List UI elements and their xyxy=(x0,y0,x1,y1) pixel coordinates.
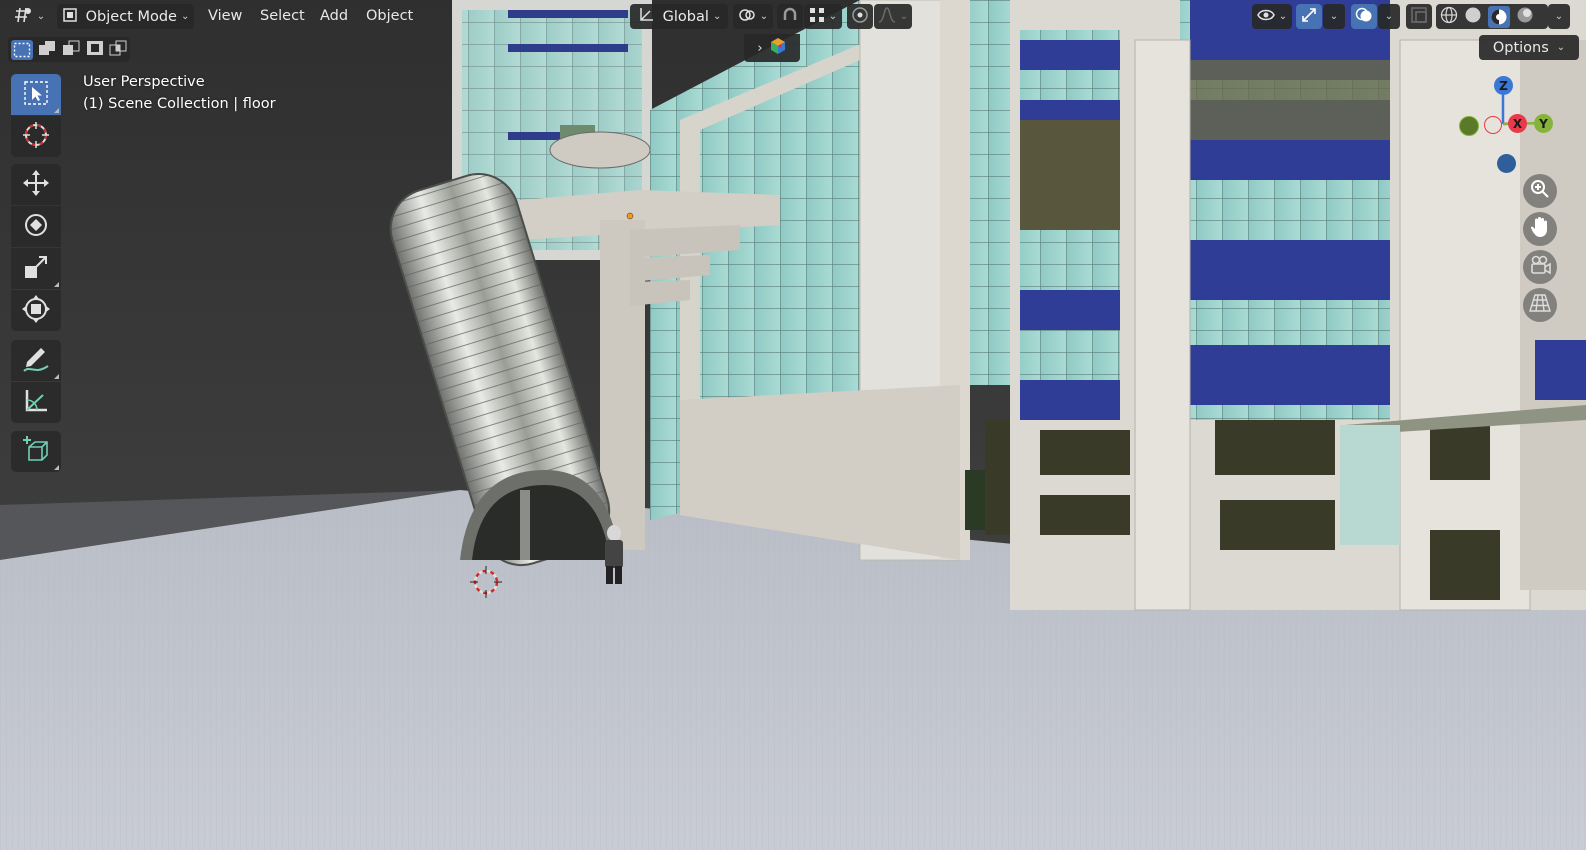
chevron-down-icon: ⌄ xyxy=(899,11,909,22)
menu-select[interactable]: Select xyxy=(260,4,305,29)
add-cube-tool[interactable] xyxy=(11,431,61,472)
navigation-gizmo[interactable]: Z X Y xyxy=(1455,72,1560,182)
zoom-button[interactable] xyxy=(1523,174,1557,208)
gizmo-icon xyxy=(1300,6,1318,28)
options-dropdown[interactable]: Options ⌄ xyxy=(1479,35,1579,60)
select-box-icon xyxy=(23,80,49,110)
transform-tool[interactable] xyxy=(11,290,61,331)
proportional-editing-toggle[interactable] xyxy=(847,4,873,29)
annotate-tool[interactable] xyxy=(11,340,61,381)
chevron-down-icon: ⌄ xyxy=(1556,42,1566,53)
move-icon xyxy=(21,168,51,202)
select-extend-icon[interactable] xyxy=(38,40,56,60)
gizmo-neg-z[interactable] xyxy=(1497,154,1516,173)
rotate-tool[interactable] xyxy=(11,206,61,247)
solid-shading-icon[interactable] xyxy=(1464,6,1482,28)
chevron-down-icon: ⌄ xyxy=(36,11,46,22)
mode-label: Object Mode xyxy=(85,8,177,25)
chevron-down-icon: ⌄ xyxy=(828,11,838,22)
visibility-dropdown[interactable]: ⌄ xyxy=(1252,4,1292,29)
move-tool[interactable] xyxy=(11,164,61,205)
orientation-icon xyxy=(637,6,655,28)
menu-add[interactable]: Add xyxy=(320,4,348,29)
gizmo-neg-x[interactable] xyxy=(1484,116,1502,134)
add-cube-icon xyxy=(21,435,51,469)
magnet-snap-icon xyxy=(781,6,799,28)
chevron-down-icon: ⌄ xyxy=(712,11,722,22)
viewport-header: ⌄ Object Mode ⌄ View Select Add Object G… xyxy=(0,0,1586,33)
gizmo-neg-y[interactable] xyxy=(1459,116,1479,136)
object-mode-icon xyxy=(62,7,78,27)
camera-view-button[interactable] xyxy=(1523,250,1557,284)
snap-toggle[interactable] xyxy=(777,4,803,29)
zoom-icon xyxy=(1530,179,1550,203)
scene-render xyxy=(0,0,1586,850)
select-intersect-icon[interactable] xyxy=(109,40,127,60)
measure-icon xyxy=(21,386,51,420)
pan-button[interactable] xyxy=(1523,212,1557,246)
color-cube-icon xyxy=(769,37,787,59)
gizmo-x-axis[interactable]: X xyxy=(1508,114,1527,133)
3d-viewport[interactable]: ⌄ Object Mode ⌄ View Select Add Object G… xyxy=(0,0,1586,850)
chevron-down-icon: ⌄ xyxy=(1278,11,1288,22)
proportional-editing-icon xyxy=(851,6,869,28)
rotate-icon xyxy=(21,210,51,244)
chevron-right-icon: › xyxy=(757,40,763,56)
options-label: Options xyxy=(1492,39,1549,56)
falloff-dropdown[interactable]: ⌄ xyxy=(874,4,912,29)
gizmo-toggle[interactable] xyxy=(1296,4,1322,29)
editor-type-button[interactable]: ⌄ xyxy=(8,4,50,29)
chevron-down-icon: ⌄ xyxy=(180,11,190,22)
select-subtract-icon[interactable] xyxy=(62,40,80,60)
gizmo-z-axis[interactable]: Z xyxy=(1494,76,1513,95)
annotate-icon xyxy=(21,344,51,378)
selection-mode-group xyxy=(8,37,130,62)
select-new-icon[interactable] xyxy=(10,39,33,60)
chevron-down-icon: ⌄ xyxy=(1554,11,1564,22)
menu-view[interactable]: View xyxy=(208,4,242,29)
transform-orientation-dropdown[interactable]: Global ⌄ xyxy=(630,4,728,29)
material-preview-shading-icon[interactable] xyxy=(1488,5,1510,28)
orientation-label: Global xyxy=(662,8,709,25)
camera-icon xyxy=(1529,255,1551,279)
gizmo-y-axis[interactable]: Y xyxy=(1534,114,1553,133)
chevron-down-icon: ⌄ xyxy=(1329,11,1339,22)
cursor-icon xyxy=(22,121,50,153)
rendered-shading-icon[interactable] xyxy=(1516,6,1534,28)
mode-dropdown[interactable]: Object Mode ⌄ xyxy=(57,4,194,29)
pivot-point-icon xyxy=(738,6,756,28)
measure-tool[interactable] xyxy=(11,382,61,423)
scale-icon xyxy=(23,254,49,284)
select-invert-icon[interactable] xyxy=(86,40,104,60)
hand-pan-icon xyxy=(1530,216,1550,242)
overlay-icon xyxy=(1355,6,1373,28)
overlay-toggle[interactable] xyxy=(1351,4,1377,29)
chevron-down-icon: ⌄ xyxy=(759,11,769,22)
snap-increment-icon xyxy=(809,7,825,27)
viewport-editor-icon xyxy=(13,6,33,28)
select-box-tool[interactable] xyxy=(11,74,61,115)
xray-toggle[interactable] xyxy=(1406,4,1432,29)
snap-target-dropdown[interactable]: ⌄ xyxy=(804,4,842,29)
view-name-label: User Perspective xyxy=(83,74,205,90)
shading-dropdown[interactable]: ⌄ xyxy=(1548,4,1570,29)
pivot-point-dropdown[interactable]: ⌄ xyxy=(733,4,773,29)
ortho-toggle-button[interactable] xyxy=(1523,288,1557,322)
xray-icon xyxy=(1411,6,1427,27)
collection-info-label: (1) Scene Collection | floor xyxy=(83,96,276,112)
shading-mode-group xyxy=(1436,4,1548,29)
menu-object[interactable]: Object xyxy=(366,4,413,29)
falloff-curve-icon xyxy=(878,6,896,28)
cursor-tool[interactable] xyxy=(11,116,61,157)
grid-view-icon xyxy=(1529,293,1551,317)
overlay-dropdown[interactable]: ⌄ xyxy=(1378,4,1400,29)
transform-icon xyxy=(21,294,51,328)
collection-toggle-button[interactable]: › xyxy=(744,34,800,62)
gizmo-dropdown[interactable]: ⌄ xyxy=(1323,4,1345,29)
eye-icon xyxy=(1256,8,1275,26)
chevron-down-icon: ⌄ xyxy=(1384,11,1394,22)
wireframe-shading-icon[interactable] xyxy=(1440,6,1458,28)
scale-tool[interactable] xyxy=(11,248,61,289)
